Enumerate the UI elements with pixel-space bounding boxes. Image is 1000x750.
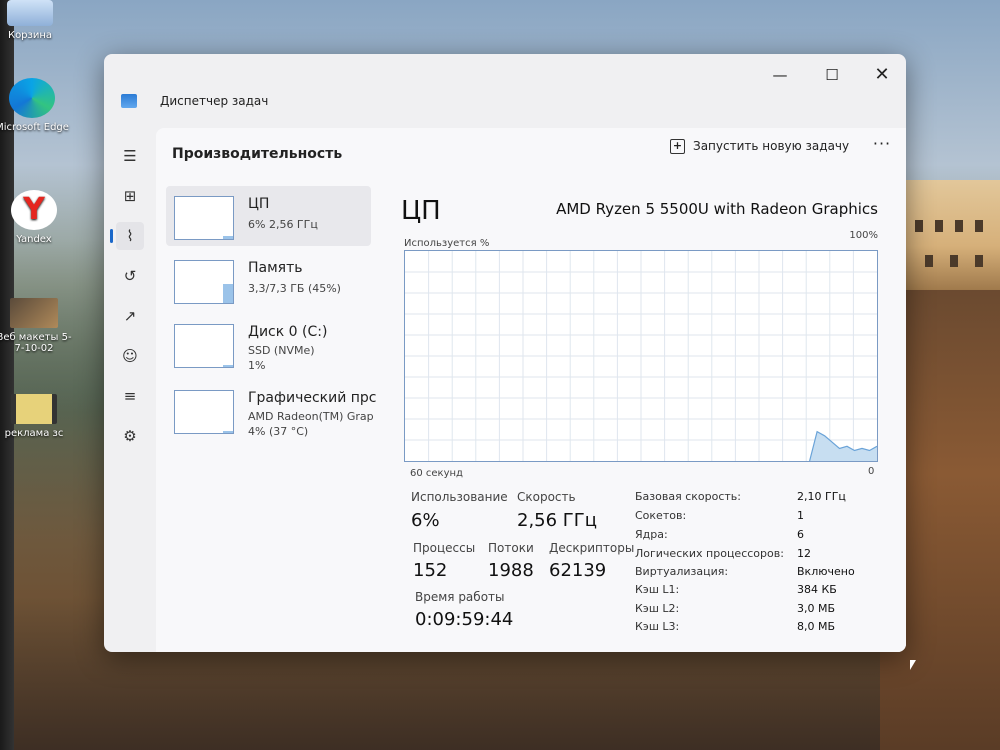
- desktop-icon-web-mockups[interactable]: Веб макеты 5-7-10-02: [0, 298, 74, 354]
- cpu-usage-graph: [404, 250, 878, 462]
- page-title: Производительность: [172, 146, 343, 162]
- desktop-icon-yandex[interactable]: Y Yandex: [0, 190, 74, 245]
- handles-stat-value: 62139: [549, 560, 607, 581]
- spec-key: Сокетов:: [635, 509, 687, 522]
- more-options-button[interactable]: ···: [868, 132, 896, 160]
- minimize-button[interactable]: —: [760, 62, 800, 88]
- graph-min-label: 0: [868, 466, 875, 477]
- film-icon: [11, 394, 57, 424]
- spec-key: Кэш L3:: [635, 620, 680, 633]
- resource-name: Память: [248, 260, 303, 276]
- resource-detail: 3,3/7,3 ГБ (45%): [248, 282, 341, 295]
- resource-name: Диск 0 (C:): [248, 324, 328, 340]
- resource-item-cpu[interactable]: ЦП 6% 2,56 ГГц: [166, 186, 371, 246]
- title-bar[interactable]: Диспетчер задач — ☐ ✕: [104, 54, 906, 128]
- processes-icon[interactable]: ⊞: [116, 182, 144, 210]
- yandex-icon: Y: [11, 190, 57, 230]
- desktop-icon-edge[interactable]: Microsoft Edge: [0, 78, 72, 133]
- spec-value: Включено: [797, 565, 855, 578]
- startup-icon[interactable]: ↗: [116, 302, 144, 330]
- spec-value: 384 КБ: [797, 583, 837, 596]
- processes-stat-value: 152: [413, 560, 448, 581]
- usage-stat-label: Использование: [411, 490, 508, 504]
- handles-stat-label: Дескрипторы: [549, 541, 635, 555]
- resource-name: Графический прс: [248, 390, 377, 406]
- maximize-button[interactable]: ☐: [812, 62, 852, 88]
- task-manager-app-icon: [121, 94, 137, 108]
- resource-detail: 4% (37 °C): [248, 425, 309, 438]
- threads-stat-value: 1988: [488, 560, 534, 581]
- resource-thumbnail-graph: [174, 324, 234, 368]
- desktop-icon-label: реклама зс: [4, 428, 64, 439]
- mouse-cursor-icon: [910, 660, 916, 670]
- performance-icon[interactable]: ⌇: [110, 222, 144, 250]
- spec-value: 6: [797, 528, 804, 541]
- graph-y-axis-label: Используется %: [404, 238, 490, 249]
- menu-icon[interactable]: ☰: [116, 142, 144, 170]
- close-button[interactable]: ✕: [862, 62, 902, 88]
- spec-key: Виртуализация:: [635, 565, 729, 578]
- spec-key: Кэш L2:: [635, 602, 680, 615]
- speed-stat-label: Скорость: [517, 490, 576, 504]
- video-file-icon: [10, 298, 58, 328]
- resource-detail: SSD (NVMe): [248, 344, 315, 357]
- wallpaper-town: [905, 180, 1000, 290]
- uptime-stat-label: Время работы: [415, 590, 505, 604]
- spec-value: 8,0 МБ: [797, 620, 836, 633]
- graph-time-label: 60 секунд: [410, 468, 463, 479]
- edge-icon: [9, 78, 55, 118]
- resource-item-gpu[interactable]: Графический прс AMD Radeon(TM) Grap 4% (…: [166, 380, 377, 440]
- spec-value: 3,0 МБ: [797, 602, 836, 615]
- graph-max-label: 100%: [849, 230, 878, 241]
- desktop-icon-recycle-bin[interactable]: Корзина: [0, 0, 70, 41]
- spec-key: Логических процессоров:: [635, 547, 784, 560]
- desktop-icon-label: Yandex: [16, 234, 52, 245]
- resource-detail: AMD Radeon(TM) Grap: [248, 410, 374, 423]
- app-history-icon[interactable]: ↺: [116, 262, 144, 290]
- resource-item-disk[interactable]: Диск 0 (C:) SSD (NVMe) 1%: [166, 314, 371, 374]
- spec-value: 12: [797, 547, 811, 560]
- details-icon[interactable]: ≡: [116, 382, 144, 410]
- new-task-icon: +: [670, 138, 685, 154]
- detail-title: ЦП: [401, 196, 441, 226]
- resource-thumbnail-graph: [174, 196, 234, 240]
- desktop-icon-ad-video[interactable]: реклама зс: [0, 394, 74, 439]
- resource-item-memory[interactable]: Память 3,3/7,3 ГБ (45%): [166, 250, 371, 310]
- spec-value: 1: [797, 509, 804, 522]
- spec-key: Ядра:: [635, 528, 668, 541]
- window-title: Диспетчер задач: [160, 94, 269, 108]
- resource-name: ЦП: [248, 196, 270, 212]
- spec-key: Кэш L1:: [635, 583, 680, 596]
- spec-key: Базовая скорость:: [635, 490, 741, 503]
- cpu-model-name: AMD Ryzen 5 5500U with Radeon Graphics: [556, 200, 878, 218]
- users-icon[interactable]: ☺: [116, 342, 144, 370]
- desktop-icon-label: Веб макеты 5-7-10-02: [0, 332, 72, 354]
- recycle-bin-icon: [7, 0, 53, 26]
- resource-detail: 6% 2,56 ГГц: [248, 218, 318, 231]
- task-manager-window: Диспетчер задач — ☐ ✕ ☰ ⊞ ⌇ ↺ ↗ ☺ ≡ ⚙ ⚙ …: [104, 54, 906, 652]
- performance-panel: Производительность + Запустить новую зад…: [156, 128, 906, 652]
- cpu-usage-graph-canvas: [405, 251, 877, 461]
- resource-thumbnail-graph: [174, 390, 234, 434]
- resource-detail: 1%: [248, 359, 266, 372]
- speed-stat-value: 2,56 ГГц: [517, 510, 598, 531]
- services-icon[interactable]: ⚙: [116, 422, 144, 450]
- cpu-usage-area: [809, 431, 877, 461]
- usage-stat-value: 6%: [411, 510, 440, 531]
- uptime-stat-value: 0:09:59:44: [415, 609, 514, 630]
- run-new-task-button[interactable]: + Запустить новую задачу: [670, 132, 849, 160]
- resource-thumbnail-graph: [174, 260, 234, 304]
- run-new-task-label: Запустить новую задачу: [693, 139, 850, 153]
- navigation-rail: ☰ ⊞ ⌇ ↺ ↗ ☺ ≡ ⚙: [104, 128, 156, 652]
- processes-stat-label: Процессы: [413, 541, 476, 555]
- spec-value: 2,10 ГГц: [797, 490, 846, 503]
- desktop-icon-label: Microsoft Edge: [0, 122, 69, 133]
- threads-stat-label: Потоки: [488, 541, 534, 555]
- desktop-icon-label: Корзина: [7, 30, 53, 41]
